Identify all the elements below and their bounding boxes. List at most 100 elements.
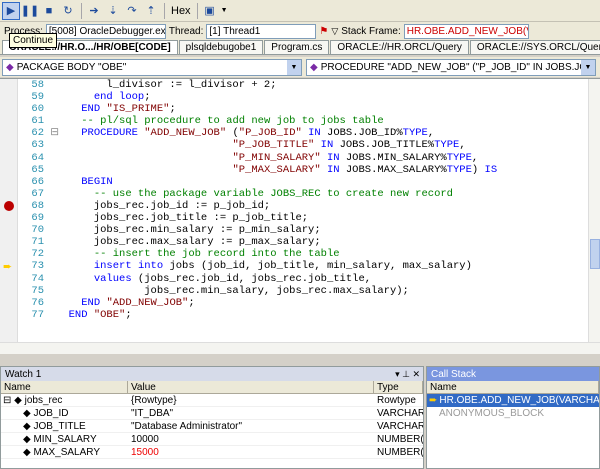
- hex-button[interactable]: Hex: [168, 5, 194, 17]
- line-number: 70: [31, 224, 44, 237]
- step-out-button[interactable]: ⇡: [142, 2, 160, 20]
- callstack-frame[interactable]: ANONYMOUS_BLOCK: [427, 407, 599, 420]
- break-all-button[interactable]: ❚❚: [21, 2, 39, 20]
- indicator-margin[interactable]: ➨: [0, 79, 18, 343]
- procedure-select[interactable]: ◆ PROCEDURE "ADD_NEW_JOB" ("P_JOB_ID" IN…: [306, 58, 596, 76]
- horizontal-scrollbar[interactable]: [0, 342, 600, 354]
- watch-value[interactable]: "IT_DBA": [128, 407, 374, 419]
- process-select[interactable]: [5008] OracleDebugger.exe: [45, 23, 166, 39]
- vertical-scrollbar[interactable]: [588, 79, 600, 343]
- code-line[interactable]: 72 -- insert the job record into the tab…: [18, 248, 588, 260]
- code-text: -- insert the job record into the table: [93, 248, 340, 261]
- col-name[interactable]: Name: [1, 381, 128, 393]
- code-line[interactable]: 62 ⊟ PROCEDURE "ADD_NEW_JOB" ("P_JOB_ID"…: [18, 127, 588, 139]
- debug-toolbar: ▶ ❚❚ ■ ↻ ➔ ⇣ ↷ ⇡ Hex ▣ ▼: [0, 0, 600, 22]
- code-line[interactable]: 74 values (jobs_rec.job_id, jobs_rec.job…: [18, 273, 588, 285]
- code-line[interactable]: 75 jobs_rec.min_salary, jobs_rec.max_sal…: [18, 285, 588, 297]
- watch-row[interactable]: ◆ MIN_SALARY 10000 NUMBER(: [1, 433, 423, 446]
- step-into-icon: ⇣: [108, 5, 118, 17]
- watch-row[interactable]: ◆ JOB_ID "IT_DBA" VARCHAR: [1, 407, 423, 420]
- code-line[interactable]: 61 -- pl/sql procedure to add new job to…: [18, 115, 588, 127]
- code-text: PROCEDURE "ADD_NEW_JOB" ("P_JOB_ID" IN J…: [81, 127, 435, 140]
- stop-button[interactable]: ■: [40, 2, 58, 20]
- code-line[interactable]: 71 jobs_rec.max_salary := p_max_salary;: [18, 236, 588, 248]
- code-line[interactable]: 59 end loop;: [18, 91, 588, 103]
- code-line[interactable]: 77 END "OBE";: [18, 309, 588, 321]
- code-lines[interactable]: 58 l_divisor := l_divisor + 2; 59 end loo…: [18, 79, 588, 343]
- tab-plsqldebugobe1[interactable]: plsqldebugobe1: [178, 40, 264, 54]
- code-line[interactable]: 64 "P_MIN_SALARY" IN JOBS.MIN_SALARY%TYP…: [18, 152, 588, 164]
- restart-button[interactable]: ↻: [59, 2, 77, 20]
- tab-sys-query[interactable]: ORACLE://SYS.ORCL/Query: [469, 40, 600, 54]
- watch-row[interactable]: ⊟ ◆ jobs_rec {Rowtype} Rowtype: [1, 394, 423, 407]
- callstack-frame[interactable]: ➨HR.OBE.ADD_NEW_JOB(VARCHAR2 P_JOB: [427, 394, 599, 407]
- watch-name: ◆ MIN_SALARY: [23, 433, 97, 445]
- toolbar-separator: [164, 2, 165, 19]
- watch-row[interactable]: ◆ MAX_SALARY 15000 NUMBER(: [1, 446, 423, 459]
- col-name[interactable]: Name: [427, 381, 599, 393]
- thread-select[interactable]: [1] Thread1: [206, 23, 317, 39]
- col-value[interactable]: Value: [128, 381, 374, 393]
- code-line[interactable]: 68 jobs_rec.job_id := p_job_id;: [18, 200, 588, 212]
- code-text: jobs_rec.min_salary, jobs_rec.max_salary…: [56, 284, 409, 297]
- watch-rows: ⊟ ◆ jobs_rec {Rowtype} Rowtype ◆ JOB_ID "IT_…: [1, 394, 423, 459]
- windows-dropdown[interactable]: ▼: [220, 2, 229, 20]
- code-line[interactable]: 76 END "ADD_NEW_JOB";: [18, 297, 588, 309]
- line-number: 68: [31, 199, 44, 212]
- code-line[interactable]: 65 "P_MAX_SALARY" IN JOBS.MAX_SALARY%TYP…: [18, 164, 588, 176]
- scrollbar-thumb[interactable]: [590, 239, 600, 269]
- code-line[interactable]: 67 -- use the package variable JOBS_REC …: [18, 188, 588, 200]
- step-over-button[interactable]: ↷: [123, 2, 141, 20]
- line-number: 63: [31, 139, 44, 152]
- watch-value[interactable]: {Rowtype}: [128, 394, 374, 406]
- step-into-button[interactable]: ⇣: [104, 2, 122, 20]
- code-editor[interactable]: ➨ 58 l_divisor := l_divisor + 2; 59 end l…: [0, 78, 600, 343]
- watch-name: ◆ MAX_SALARY: [23, 446, 100, 458]
- code-text: jobs_rec.job_id := p_job_id;: [56, 199, 271, 212]
- code-text: jobs_rec.min_salary := p_min_salary;: [56, 224, 321, 237]
- restart-icon: ↻: [63, 5, 73, 17]
- watch-value[interactable]: 15000: [128, 446, 374, 458]
- watch-window: Watch 1 ▾ ⊥ ✕ Name Value Type ⊟ ◆ jobs_r…: [0, 366, 424, 469]
- line-number: 60: [31, 103, 44, 116]
- line-number: 65: [31, 163, 44, 176]
- code-line[interactable]: 69 jobs_rec.job_title := p_job_title;: [18, 212, 588, 224]
- step-out-icon: ⇡: [146, 5, 156, 17]
- code-line[interactable]: 60 END "IS_PRIME";: [18, 103, 588, 115]
- code-line[interactable]: 58 l_divisor := l_divisor + 2;: [18, 79, 588, 91]
- code-line[interactable]: 73 insert into jobs (job_id, job_title, …: [18, 260, 588, 272]
- watch-type: VARCHAR: [377, 407, 423, 419]
- code-line[interactable]: 63 "P_JOB_TITLE" IN JOBS.JOB_TITLE%TYPE,: [18, 139, 588, 151]
- code-line[interactable]: 66 BEGIN: [18, 176, 588, 188]
- watch-title-bar: Watch 1 ▾ ⊥ ✕: [1, 367, 423, 381]
- col-type[interactable]: Type: [374, 381, 423, 393]
- stack-frame-select[interactable]: HR.OBE.ADD_NEW_JOB(VARCHA: [403, 23, 529, 39]
- line-number: 67: [31, 187, 44, 200]
- code-text: BEGIN: [81, 175, 113, 188]
- code-text: "P_MIN_SALARY" IN JOBS.MIN_SALARY%TYPE,: [232, 151, 479, 164]
- package-select[interactable]: ◆ PACKAGE BODY "OBE" ▼: [2, 58, 302, 76]
- pin-icon[interactable]: ▾ ⊥ ✕: [395, 369, 423, 380]
- watch-value[interactable]: 10000: [128, 433, 374, 445]
- windows-button[interactable]: ▣: [201, 2, 219, 20]
- tab-hr-query[interactable]: ORACLE://HR.ORCL/Query: [330, 40, 469, 54]
- watch-value[interactable]: "Database Administrator": [128, 420, 374, 432]
- breakpoint-icon[interactable]: [4, 201, 14, 211]
- call-stack-window: Call Stack Name ➨ HR.OBE.ADD_NEW_JOB(VARC…: [426, 366, 600, 469]
- watch-row[interactable]: ◆ JOB_TITLE "Database Administrator" VARCH…: [1, 420, 423, 433]
- continue-button[interactable]: ▶: [2, 1, 20, 20]
- code-text: END "IS_PRIME";: [81, 103, 176, 116]
- procedure-select-value: PROCEDURE "ADD_NEW_JOB" ("P_JOB_ID" IN J…: [320, 61, 595, 73]
- show-next-statement-button[interactable]: ➔: [85, 2, 103, 20]
- tab-program-cs[interactable]: Program.cs: [264, 40, 330, 54]
- filter-icon[interactable]: ▽: [331, 26, 338, 37]
- line-number: 74: [31, 272, 44, 285]
- line-number: 76: [31, 296, 44, 309]
- flag-icon[interactable]: ⚑: [319, 26, 328, 37]
- code-text: jobs_rec.job_title := p_job_title;: [56, 212, 309, 225]
- code-line[interactable]: 70 jobs_rec.min_salary := p_min_salary;: [18, 224, 588, 236]
- continue-tooltip: Continue: [9, 33, 58, 48]
- code-text: -- pl/sql procedure to add new job to jo…: [81, 115, 384, 128]
- code-text: end loop;: [93, 91, 151, 104]
- line-number: 59: [31, 91, 44, 104]
